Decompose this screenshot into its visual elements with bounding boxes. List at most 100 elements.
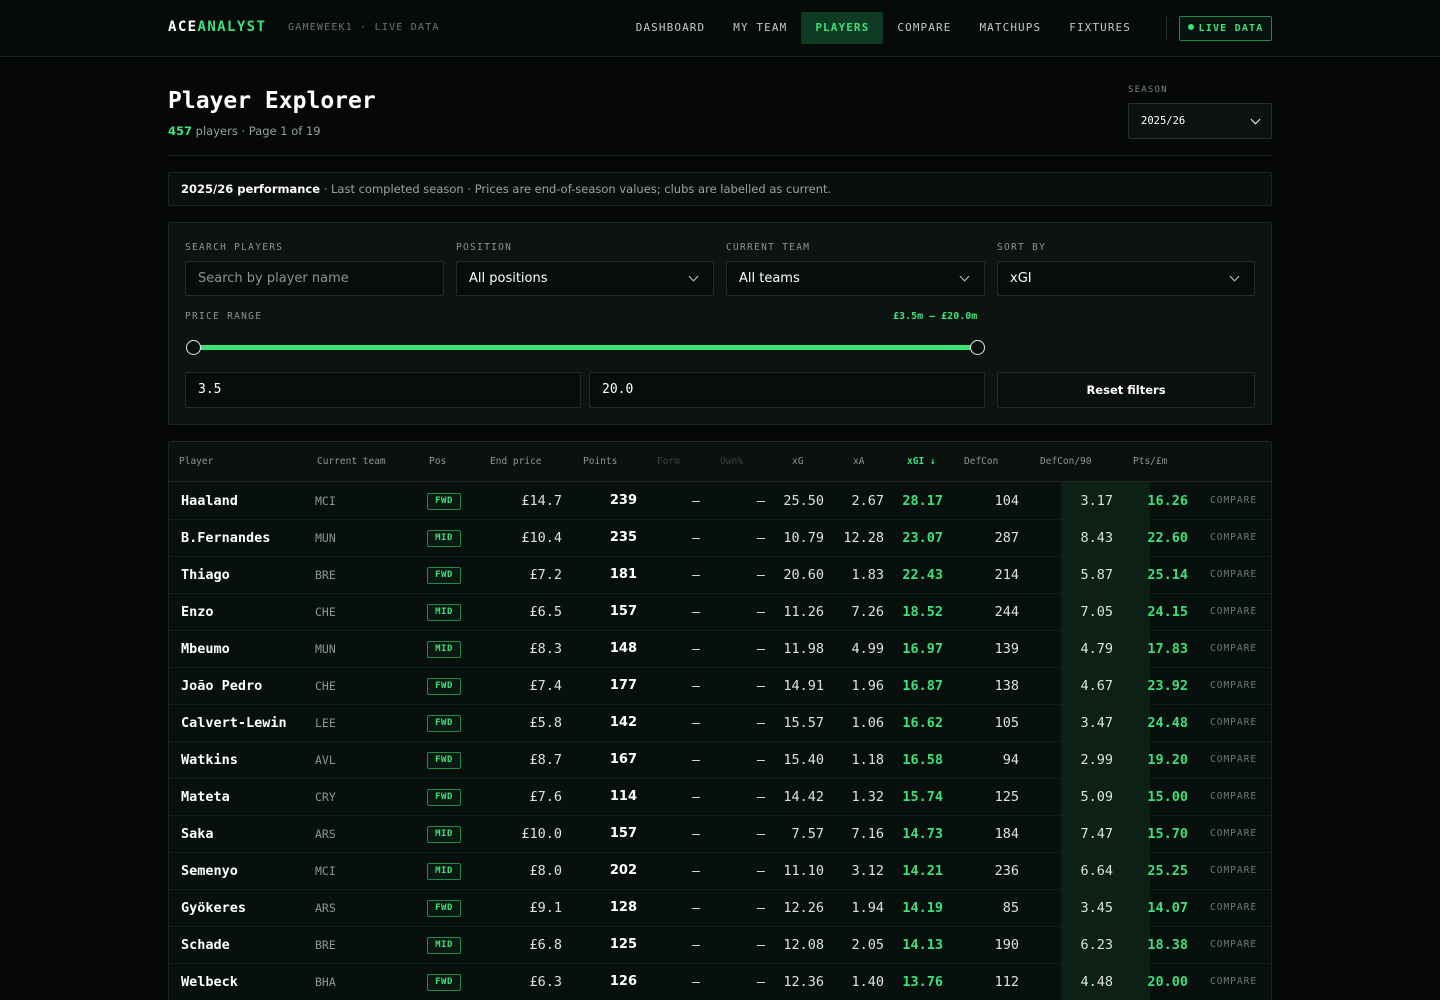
col-pos[interactable]: Pos <box>429 456 446 467</box>
header-divider <box>168 155 1272 156</box>
table-row[interactable]: Saka ARS MID £10.0 157 — — 7.57 7.16 14.73 184 7.47… <box>169 816 1271 853</box>
player-pts-per-m: 25.14 <box>1147 567 1188 583</box>
compare-button[interactable]: COMPARE <box>1210 890 1257 927</box>
player-team: LEE <box>315 716 336 730</box>
player-xa: 2.05 <box>851 937 884 953</box>
compare-button[interactable]: COMPARE <box>1210 705 1257 742</box>
player-xa: 1.06 <box>851 715 884 731</box>
col-own[interactable]: Own% <box>720 456 743 467</box>
compare-button[interactable]: COMPARE <box>1210 816 1257 853</box>
price-max-input[interactable]: 20.0 <box>589 372 985 408</box>
compare-button[interactable]: COMPARE <box>1210 742 1257 779</box>
player-name: Semenyo <box>181 863 238 879</box>
compare-button[interactable]: COMPARE <box>1210 631 1257 668</box>
player-price: £7.4 <box>529 678 562 694</box>
price-slider-track[interactable] <box>193 345 977 350</box>
table-row[interactable]: João Pedro CHE FWD £7.4 177 — — 14.91 1.96 16.87 1… <box>169 668 1271 705</box>
player-price: £10.4 <box>521 530 562 546</box>
compare-button[interactable]: COMPARE <box>1210 594 1257 631</box>
col-defcon[interactable]: DefCon <box>964 456 998 467</box>
compare-button[interactable]: COMPARE <box>1210 557 1257 594</box>
reset-filters-button[interactable]: Reset filters <box>997 372 1255 408</box>
nav-compare[interactable]: COMPARE <box>883 12 965 44</box>
table-row[interactable]: Semenyo MCI MID £8.0 202 — — 11.10 3.12 14.21 236 6… <box>169 853 1271 890</box>
table-row[interactable]: Gyökeres ARS FWD £9.1 128 — — 12.26 1.94 14.19 85 3… <box>169 890 1271 927</box>
col-price[interactable]: End price <box>490 456 541 467</box>
table-row[interactable]: Calvert-Lewin LEE FWD £5.8 142 — — 15.57 1.06 16.… <box>169 705 1271 742</box>
player-form: — <box>691 567 700 583</box>
col-defcon90[interactable]: DefCon/90 <box>1040 456 1091 467</box>
compare-button[interactable]: COMPARE <box>1210 964 1257 1000</box>
player-defcon90: 2.99 <box>1080 752 1113 768</box>
search-input[interactable]: Search by player name <box>185 261 444 296</box>
price-slider-min-handle[interactable] <box>186 340 201 355</box>
player-defcon: 104 <box>994 493 1019 509</box>
players-table: Player Current team Pos End price Points… <box>168 441 1272 1000</box>
player-xa: 7.26 <box>851 604 884 620</box>
player-defcon: 244 <box>994 604 1019 620</box>
player-defcon: 184 <box>994 826 1019 842</box>
player-defcon: 94 <box>1002 752 1019 768</box>
player-defcon90: 3.17 <box>1080 493 1113 509</box>
col-points[interactable]: Points <box>583 456 617 467</box>
position-select[interactable]: All positions <box>456 261 714 296</box>
table-row[interactable]: B.Fernandes MUN MID £10.4 235 — — 10.79 12.28 23.… <box>169 520 1271 557</box>
player-points: 235 <box>609 530 637 545</box>
table-row[interactable]: Watkins AVL FWD £8.7 167 — — 15.40 1.18 16.58 94 2.… <box>169 742 1271 779</box>
player-xg: 12.36 <box>783 974 824 990</box>
team-select[interactable]: All teams <box>726 261 985 296</box>
season-select[interactable]: 2025/26 <box>1128 103 1272 139</box>
player-points: 157 <box>609 604 637 619</box>
table-row[interactable]: Welbeck BHA FWD £6.3 126 — — 12.36 1.40 13.76 112 4… <box>169 964 1271 1000</box>
nav-dashboard[interactable]: DASHBOARD <box>622 12 720 44</box>
table-row[interactable]: Thiago BRE FWD £7.2 181 — — 20.60 1.83 22.43 214 5.… <box>169 557 1271 594</box>
player-name: Watkins <box>181 752 238 768</box>
player-ownership: — <box>756 752 765 768</box>
table-row[interactable]: Enzo CHE MID £6.5 157 — — 11.26 7.26 18.52 244 7.05… <box>169 594 1271 631</box>
col-team[interactable]: Current team <box>317 456 386 467</box>
player-xg: 14.42 <box>783 789 824 805</box>
player-ownership: — <box>756 863 765 879</box>
nav-fixtures[interactable]: FIXTURES <box>1055 12 1145 44</box>
col-player[interactable]: Player <box>179 456 213 467</box>
player-xgi: 14.73 <box>902 826 943 842</box>
player-defcon90: 4.48 <box>1080 974 1113 990</box>
col-xgi[interactable]: xGI ↓ <box>907 456 936 467</box>
compare-button[interactable]: COMPARE <box>1210 520 1257 557</box>
nav-players[interactable]: PLAYERS <box>801 12 884 44</box>
nav-matchups[interactable]: MATCHUPS <box>965 12 1055 44</box>
col-xa[interactable]: xA <box>853 456 864 467</box>
table-row[interactable]: Mbeumo MUN MID £8.3 148 — — 11.98 4.99 16.97 139 4.… <box>169 631 1271 668</box>
compare-button[interactable]: COMPARE <box>1210 483 1257 520</box>
col-form[interactable]: Form <box>657 456 680 467</box>
nav-my-team[interactable]: MY TEAM <box>719 12 801 44</box>
season-value: 2025/26 <box>1141 115 1186 127</box>
nav-divider <box>1166 16 1167 41</box>
position-badge: FWD <box>427 567 461 584</box>
compare-button[interactable]: COMPARE <box>1210 668 1257 705</box>
season-notice: 2025/26 performance · Last completed sea… <box>168 172 1272 206</box>
price-slider-max-handle[interactable] <box>970 340 985 355</box>
player-price: £6.8 <box>529 937 562 953</box>
compare-button[interactable]: COMPARE <box>1210 853 1257 890</box>
player-xa: 12.28 <box>843 530 884 546</box>
table-row[interactable]: Haaland MCI FWD £14.7 239 — — 25.50 2.67 28.17 104… <box>169 483 1271 520</box>
player-team: CHE <box>315 605 336 619</box>
player-defcon90: 4.79 <box>1080 641 1113 657</box>
player-defcon90: 3.45 <box>1080 900 1113 916</box>
live-data-badge[interactable]: LIVE DATA <box>1179 16 1272 41</box>
player-price: £7.6 <box>529 789 562 805</box>
table-row[interactable]: Mateta CRY FWD £7.6 114 — — 14.42 1.32 15.74 125 5.… <box>169 779 1271 816</box>
sort-select[interactable]: xGI <box>997 261 1255 296</box>
table-row[interactable]: Schade BRE MID £6.8 125 — — 12.08 2.05 14.13 190 6.… <box>169 927 1271 964</box>
player-ownership: — <box>756 937 765 953</box>
price-min-input[interactable]: 3.5 <box>185 372 581 408</box>
player-price: £14.7 <box>521 493 562 509</box>
compare-button[interactable]: COMPARE <box>1210 779 1257 816</box>
player-team: BRE <box>315 568 336 582</box>
brand-logo[interactable]: ACEANALYST <box>168 19 266 35</box>
col-pts-per-m[interactable]: Pts/£m <box>1133 456 1167 467</box>
chevron-down-icon <box>959 271 970 282</box>
col-xg[interactable]: xG <box>792 456 803 467</box>
compare-button[interactable]: COMPARE <box>1210 927 1257 964</box>
